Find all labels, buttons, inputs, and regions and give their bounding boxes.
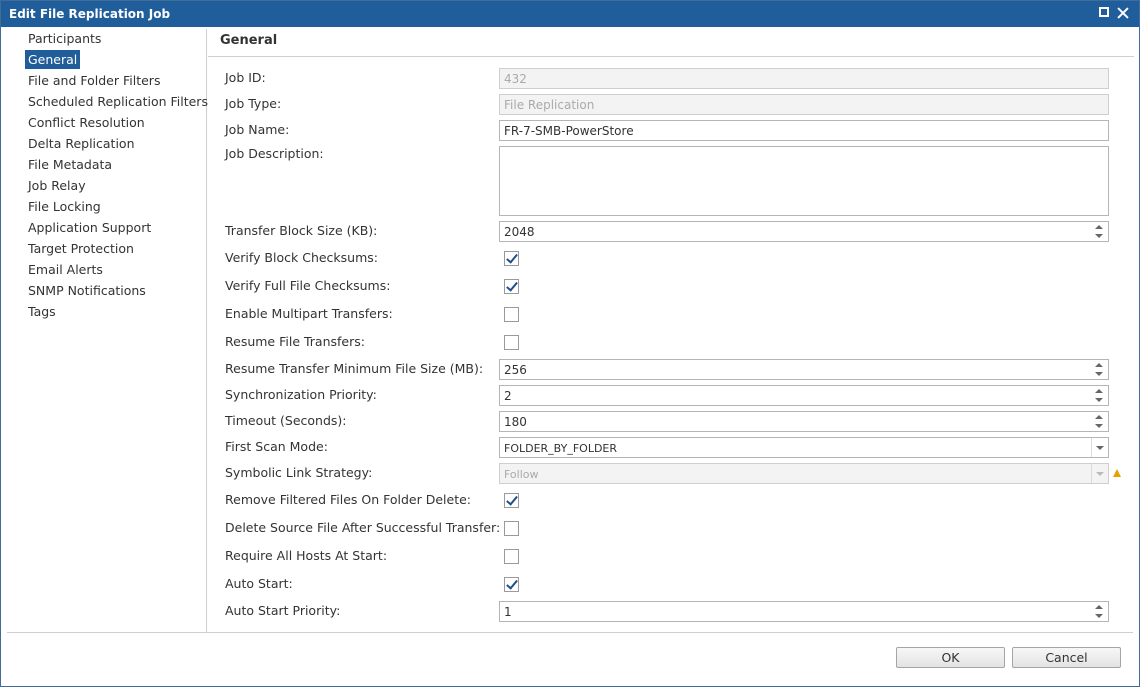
job-name-input[interactable]: FR-7-SMB-PowerStore <box>499 120 1109 141</box>
sidebar-item-delta-replication[interactable]: Delta Replication <box>25 134 138 153</box>
symbolic-link-strategy-select: Follow <box>499 463 1109 484</box>
sidebar-item-conflict-resolution[interactable]: Conflict Resolution <box>25 113 148 132</box>
synchronization-priority-stepper[interactable]: 2 <box>499 385 1109 406</box>
title-bar[interactable]: Edit File Replication Job <box>1 1 1139 27</box>
transfer-block-size-label: Transfer Block Size (KB): <box>225 223 378 238</box>
dialog-title: Edit File Replication Job <box>9 7 171 21</box>
timeout-label: Timeout (Seconds): <box>225 413 347 428</box>
sidebar-item-file-metadata[interactable]: File Metadata <box>25 155 115 174</box>
require-all-hosts-checkbox[interactable] <box>504 549 519 564</box>
sidebar-item-tags[interactable]: Tags <box>25 302 59 321</box>
resume-transfer-min-size-label: Resume Transfer Minimum File Size (MB): <box>225 361 484 376</box>
footer-divider <box>7 632 1133 633</box>
general-panel: General Job ID: 432 Job Type: File Repli… <box>208 29 1139 632</box>
verify-block-checksums-label: Verify Block Checksums: <box>225 250 379 265</box>
delete-source-file-checkbox[interactable] <box>504 521 519 536</box>
chevron-down-icon <box>1091 464 1108 483</box>
close-icon[interactable] <box>1117 7 1129 19</box>
section-divider <box>208 56 1134 57</box>
timeout-stepper[interactable]: 180 <box>499 411 1109 432</box>
warning-icon[interactable] <box>1113 469 1121 477</box>
synchronization-priority-label: Synchronization Priority: <box>225 387 377 402</box>
edit-job-dialog: Edit File Replication Job Participants G… <box>0 0 1140 687</box>
sidebar-item-snmp-notifications[interactable]: SNMP Notifications <box>25 281 149 300</box>
transfer-block-size-value: 2048 <box>504 225 535 239</box>
window-controls <box>1099 7 1129 19</box>
verify-full-file-checksums-checkbox[interactable] <box>504 279 519 294</box>
job-id-label: Job ID: <box>225 70 266 85</box>
sidebar-item-file-folder-filters[interactable]: File and Folder Filters <box>25 71 163 90</box>
sidebar-item-email-alerts[interactable]: Email Alerts <box>25 260 106 279</box>
maximize-icon[interactable] <box>1099 7 1109 17</box>
delete-source-file-label: Delete Source File After Successful Tran… <box>225 520 501 535</box>
auto-start-priority-stepper[interactable]: 1 <box>499 601 1109 622</box>
auto-start-priority-value: 1 <box>504 605 512 619</box>
spinner-arrows-icon[interactable] <box>1092 223 1106 240</box>
symbolic-link-strategy-value: Follow <box>504 468 539 481</box>
auto-start-checkbox[interactable] <box>504 577 519 592</box>
resume-transfer-min-size-stepper[interactable]: 256 <box>499 359 1109 380</box>
sidebar-item-file-locking[interactable]: File Locking <box>25 197 104 216</box>
settings-sidebar: Participants General File and Folder Fil… <box>7 29 208 632</box>
symbolic-link-strategy-label: Symbolic Link Strategy: <box>225 465 373 480</box>
synchronization-priority-value: 2 <box>504 389 512 403</box>
job-type-field: File Replication <box>499 94 1109 115</box>
require-all-hosts-label: Require All Hosts At Start: <box>225 548 388 563</box>
spinner-arrows-icon[interactable] <box>1092 413 1106 430</box>
ok-button[interactable]: OK <box>896 647 1005 668</box>
sidebar-item-participants[interactable]: Participants <box>25 29 104 48</box>
verify-block-checksums-checkbox[interactable] <box>504 251 519 266</box>
resume-file-transfers-checkbox[interactable] <box>504 335 519 350</box>
enable-multipart-transfers-label: Enable Multipart Transfers: <box>225 306 393 321</box>
spinner-arrows-icon[interactable] <box>1092 603 1106 620</box>
first-scan-mode-label: First Scan Mode: <box>225 439 328 454</box>
sidebar-item-application-support[interactable]: Application Support <box>25 218 154 237</box>
sidebar-item-job-relay[interactable]: Job Relay <box>25 176 89 195</box>
first-scan-mode-select[interactable]: FOLDER_BY_FOLDER <box>499 437 1109 458</box>
resume-transfer-min-size-value: 256 <box>504 363 527 377</box>
remove-filtered-files-checkbox[interactable] <box>504 493 519 508</box>
cancel-button[interactable]: Cancel <box>1012 647 1121 668</box>
job-id-field: 432 <box>499 68 1109 89</box>
sidebar-item-general[interactable]: General <box>25 50 81 69</box>
spinner-arrows-icon[interactable] <box>1092 361 1106 378</box>
timeout-value: 180 <box>504 415 527 429</box>
job-description-label: Job Description: <box>225 146 324 161</box>
spinner-arrows-icon[interactable] <box>1092 387 1106 404</box>
sidebar-item-scheduled-replication-filters[interactable]: Scheduled Replication Filters <box>25 92 211 111</box>
enable-multipart-transfers-checkbox[interactable] <box>504 307 519 322</box>
job-name-label: Job Name: <box>225 122 290 137</box>
job-description-textarea[interactable] <box>499 146 1109 216</box>
auto-start-label: Auto Start: <box>225 576 293 591</box>
transfer-block-size-stepper[interactable]: 2048 <box>499 221 1109 242</box>
remove-filtered-files-label: Remove Filtered Files On Folder Delete: <box>225 492 472 507</box>
sidebar-item-target-protection[interactable]: Target Protection <box>25 239 137 258</box>
section-title: General <box>220 33 278 48</box>
verify-full-file-checksums-label: Verify Full File Checksums: <box>225 278 391 293</box>
auto-start-priority-label: Auto Start Priority: <box>225 603 341 618</box>
resume-file-transfers-label: Resume File Transfers: <box>225 334 365 349</box>
chevron-down-icon[interactable] <box>1091 438 1108 457</box>
first-scan-mode-value: FOLDER_BY_FOLDER <box>504 442 618 455</box>
job-type-label: Job Type: <box>225 96 282 111</box>
